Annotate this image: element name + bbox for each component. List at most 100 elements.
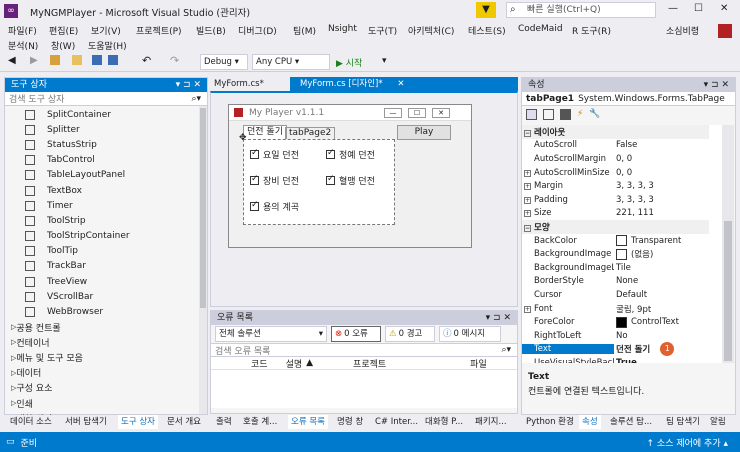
expand-icon[interactable]: +: [524, 210, 531, 218]
menu-edit[interactable]: 편집(E): [49, 24, 78, 37]
property-row[interactable]: + AutoScrollMinSize 0, 0: [522, 166, 709, 180]
error-search[interactable]: 검색 오류 목록 ⌕▾: [211, 343, 517, 357]
column-description[interactable]: 설명: [286, 357, 303, 370]
property-row[interactable]: + Font 굴림, 9pt: [522, 302, 709, 316]
menu-help[interactable]: 도움말(H): [88, 39, 127, 52]
tab-solution-explorer[interactable]: 솔루션 탐...: [607, 415, 655, 429]
menu-debug[interactable]: 디버그(D): [238, 24, 277, 37]
new-project-icon[interactable]: [50, 55, 60, 65]
toolbox-group[interactable]: ▷ 데이터: [5, 365, 207, 380]
toolbox-item[interactable]: ToolStrip: [5, 213, 207, 228]
column-file[interactable]: 파일: [470, 357, 487, 370]
form-tab-2[interactable]: tabPage2: [285, 127, 336, 139]
property-pages-icon[interactable]: 🔧: [589, 109, 600, 119]
property-row[interactable]: AutoScroll False: [522, 139, 709, 153]
menu-window[interactable]: 창(W): [51, 39, 75, 52]
tab-properties[interactable]: 속성: [579, 415, 601, 429]
toolbox-group[interactable]: ▷ 인쇄: [5, 396, 207, 411]
check-elite-dungeon[interactable]: 정예 던전: [326, 148, 375, 161]
tab-myform-cs[interactable]: MyForm.cs*: [210, 77, 290, 91]
toolbox-item[interactable]: TextBox: [5, 183, 207, 198]
form-window[interactable]: My Player v1.1.1 — ☐ ✕ 던전 돌기 tabPage2 Pl…: [228, 104, 472, 248]
property-row[interactable]: + Padding 3, 3, 3, 3: [522, 193, 709, 207]
errors-filter-button[interactable]: ⊗ 0 오류: [331, 326, 381, 342]
save-all-icon[interactable]: [108, 55, 118, 65]
menu-team[interactable]: 팀(M): [293, 24, 316, 37]
property-row[interactable]: BackgroundImageLayoTile: [522, 261, 709, 275]
events-icon[interactable]: ⚡: [577, 109, 583, 119]
toolbox-item[interactable]: TreeView: [5, 274, 207, 289]
toolbox-item[interactable]: VScrollBar: [5, 289, 207, 304]
expand-icon[interactable]: +: [524, 196, 531, 204]
scrollbar-thumb[interactable]: [724, 221, 732, 361]
messages-filter-button[interactable]: ⓘ 0 메시지: [439, 326, 501, 342]
toolbox-search[interactable]: 검색 도구 상자 ⌕▾: [5, 92, 207, 106]
check-equipment-dungeon[interactable]: 장비 던전: [250, 174, 299, 187]
checkbox-icon[interactable]: [250, 174, 259, 185]
menu-view[interactable]: 보기(V): [91, 24, 121, 37]
toolbox-group[interactable]: ▷ 메뉴 및 도구 모음: [5, 350, 207, 365]
toolbox-item[interactable]: ToolTip: [5, 244, 207, 259]
tab-data-sources[interactable]: 데이터 소스: [7, 415, 55, 429]
user-name[interactable]: 소심비령: [666, 24, 699, 37]
form-tab-1[interactable]: 던전 돌기: [243, 125, 287, 139]
toolbox-item[interactable]: SplitContainer: [5, 107, 207, 122]
toolbox-item[interactable]: ToolStripContainer: [5, 229, 207, 244]
scope-select[interactable]: 전체 솔루션 ▾: [215, 326, 327, 342]
close-button[interactable]: ✕: [720, 3, 728, 14]
tab-team-explorer[interactable]: 팀 탐색기: [663, 415, 703, 429]
expand-icon[interactable]: +: [524, 183, 531, 191]
checkbox-icon[interactable]: [326, 174, 335, 185]
checkbox-icon[interactable]: [326, 148, 335, 159]
toolbox-group[interactable]: ▷ 공용 컨트롤: [5, 320, 207, 335]
tab-csharp-interactive[interactable]: C# Inter...: [372, 415, 421, 429]
redo-icon[interactable]: ↷: [170, 54, 179, 67]
alphabetical-icon[interactable]: [543, 108, 554, 120]
menu-r-tools[interactable]: R 도구(R): [572, 24, 611, 37]
property-row[interactable]: ForeColor ControlText: [522, 315, 709, 329]
expand-icon[interactable]: +: [524, 305, 531, 313]
toolbox-item[interactable]: Timer: [5, 198, 207, 213]
pin-icon[interactable]: ▾ ⊐ ✕: [176, 78, 201, 92]
tab-python-interactive[interactable]: 대화형 P...: [422, 415, 466, 429]
tab-toolbox[interactable]: 도구 상자: [118, 415, 158, 429]
warnings-filter-button[interactable]: ⚠ 0 경고: [385, 326, 435, 342]
open-icon[interactable]: [72, 55, 82, 65]
panel-controls-icon[interactable]: ▾ ⊐ ✕: [486, 311, 511, 325]
property-row[interactable]: Cursor Default: [522, 288, 709, 302]
check-clan-dungeon[interactable]: 혈맹 던전: [326, 174, 375, 187]
property-row[interactable]: Text 던전 돌기 1: [522, 342, 709, 357]
toolbox-group[interactable]: ▷ 컨테이너: [5, 335, 207, 350]
avatar[interactable]: [718, 24, 732, 38]
property-row[interactable]: UseVisualStyleBackColoTrue: [522, 356, 709, 363]
menu-nsight[interactable]: Nsight: [328, 24, 357, 34]
property-row[interactable]: BackgroundImage (없음): [522, 247, 709, 261]
tab-notifications[interactable]: 알림: [707, 415, 729, 429]
menu-tools[interactable]: 도구(T): [368, 24, 397, 37]
menu-project[interactable]: 프로젝트(P): [136, 24, 182, 37]
menu-analyze[interactable]: 분석(N): [8, 39, 38, 52]
checkbox-icon[interactable]: [250, 148, 259, 159]
menu-test[interactable]: 테스트(S): [468, 24, 506, 37]
filter-icon[interactable]: ▼: [476, 2, 496, 18]
tab-document-outline[interactable]: 문서 개요: [164, 415, 204, 429]
object-selector[interactable]: tabPage1 System.Windows.Forms.TabPage: [522, 92, 735, 106]
check-dragon-valley[interactable]: 용의 계곡: [250, 200, 299, 213]
toolbox-group[interactable]: ▷ 구성 요소: [5, 380, 207, 395]
property-row[interactable]: RightToLeft No: [522, 329, 709, 343]
property-row[interactable]: BackColor Transparent: [522, 234, 709, 248]
scrollbar-thumb[interactable]: [200, 108, 206, 308]
back-icon[interactable]: ◀: [8, 55, 16, 66]
quick-launch-input[interactable]: 빠른 실행(Ctrl+Q): [506, 2, 656, 18]
minimize-button[interactable]: —: [668, 3, 678, 14]
column-project[interactable]: 프로젝트: [353, 357, 386, 370]
category-appearance[interactable]: − 모양: [522, 220, 709, 234]
start-dropdown-icon[interactable]: ▾: [382, 56, 387, 66]
undo-icon[interactable]: ↶: [142, 54, 151, 67]
categorized-icon[interactable]: [526, 108, 537, 120]
property-row[interactable]: + Size 221, 111: [522, 207, 709, 221]
column-code[interactable]: 코드: [251, 357, 268, 370]
toolbox-item[interactable]: StatusStrip: [5, 137, 207, 152]
toolbox-item[interactable]: TrackBar: [5, 259, 207, 274]
tab-output[interactable]: 출력: [213, 415, 235, 429]
